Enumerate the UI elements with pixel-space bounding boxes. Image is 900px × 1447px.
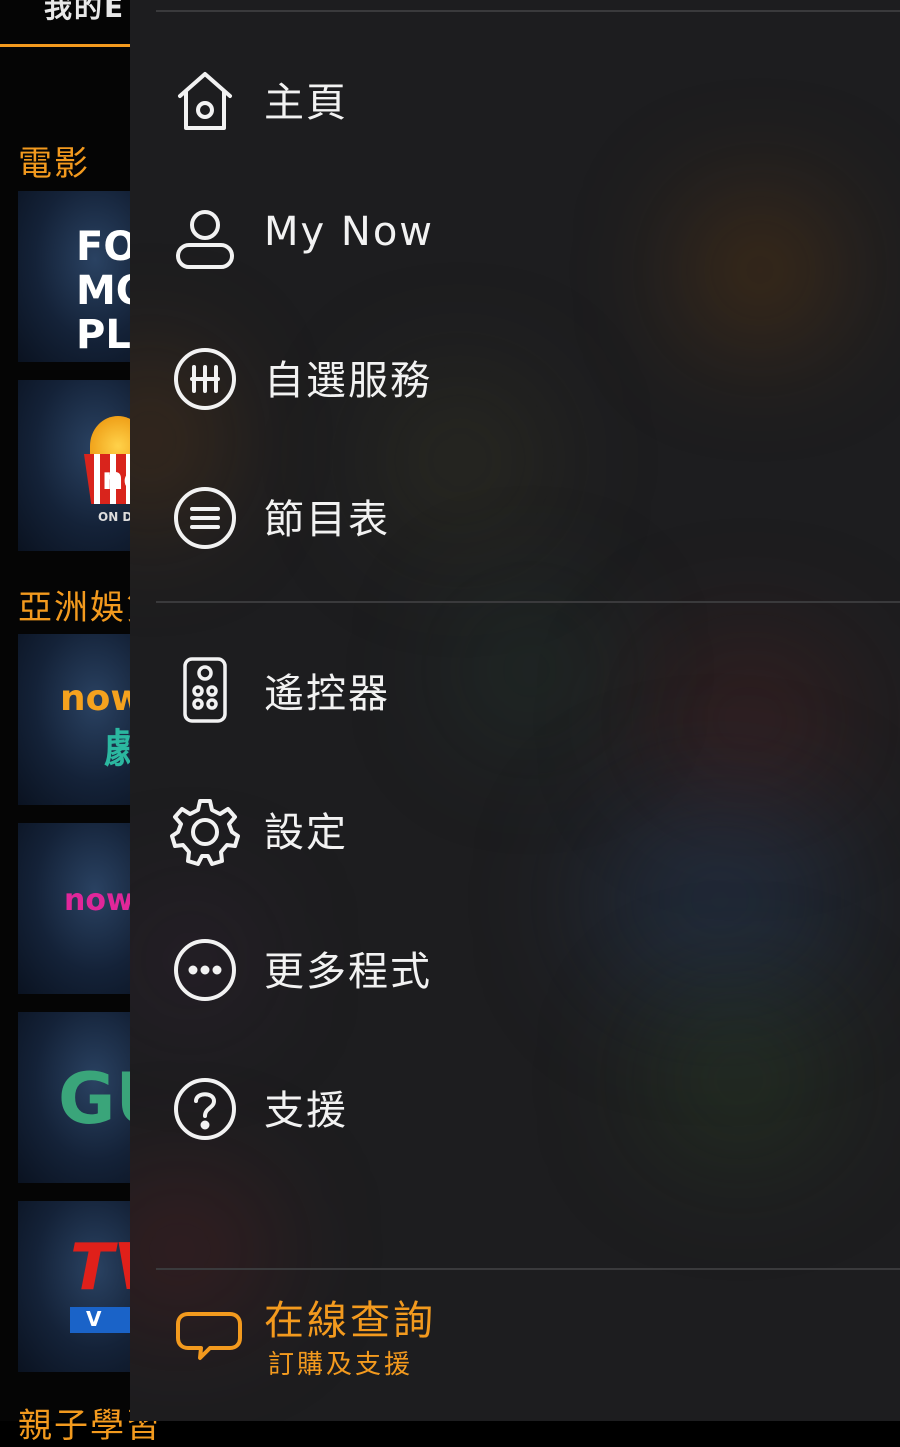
- user-icon: [170, 205, 240, 275]
- menu-item-settings[interactable]: 設定: [130, 778, 900, 878]
- list-icon: [170, 483, 240, 553]
- section-title-movies: 電影: [18, 144, 90, 184]
- online-enquiry-title: 在線查詢: [264, 1298, 436, 1344]
- tile-sub-text: V: [86, 1307, 102, 1331]
- menu-item-more-apps[interactable]: 更多程式: [130, 917, 900, 1017]
- menu-label: 遙控器: [264, 671, 390, 717]
- menu-item-services[interactable]: 自選服務: [130, 326, 900, 426]
- navigation-drawer: 主頁 My Now 自選服務 節目表 遙控器 設定 更多程式 支援 在線查詢 訂…: [130, 0, 900, 1421]
- menu-label: 主頁: [264, 80, 348, 126]
- menu-label: My Now: [264, 209, 435, 255]
- help-icon: [170, 1074, 240, 1144]
- menu-item-my-now[interactable]: My Now: [130, 187, 900, 287]
- divider: [156, 10, 900, 12]
- home-icon: [170, 66, 240, 136]
- menu-label: 自選服務: [264, 358, 432, 404]
- divider: [156, 1268, 900, 1270]
- more-icon: [170, 935, 240, 1005]
- gear-icon: [170, 796, 240, 866]
- divider: [156, 601, 900, 603]
- remote-icon: [170, 657, 240, 727]
- menu-label: 設定: [264, 810, 348, 856]
- menu-item-remote[interactable]: 遙控器: [130, 639, 900, 739]
- tile-logo-text: now: [64, 883, 134, 918]
- online-enquiry-subtitle: 訂購及支援: [268, 1350, 414, 1380]
- menu-item-support[interactable]: 支援: [130, 1056, 900, 1156]
- chat-icon: [174, 1308, 244, 1366]
- menu-item-tv-guide[interactable]: 節目表: [130, 465, 900, 565]
- menu-label: 節目表: [264, 497, 390, 543]
- menu-label: 更多程式: [264, 949, 432, 995]
- services-icon: [170, 344, 240, 414]
- online-enquiry-button[interactable]: 在線查詢 訂購及支援: [130, 1280, 900, 1390]
- menu-label: 支援: [264, 1088, 348, 1134]
- tab-my[interactable]: 我的E: [44, 0, 125, 26]
- tab-underline: [0, 44, 132, 47]
- menu-item-home[interactable]: 主頁: [130, 48, 900, 148]
